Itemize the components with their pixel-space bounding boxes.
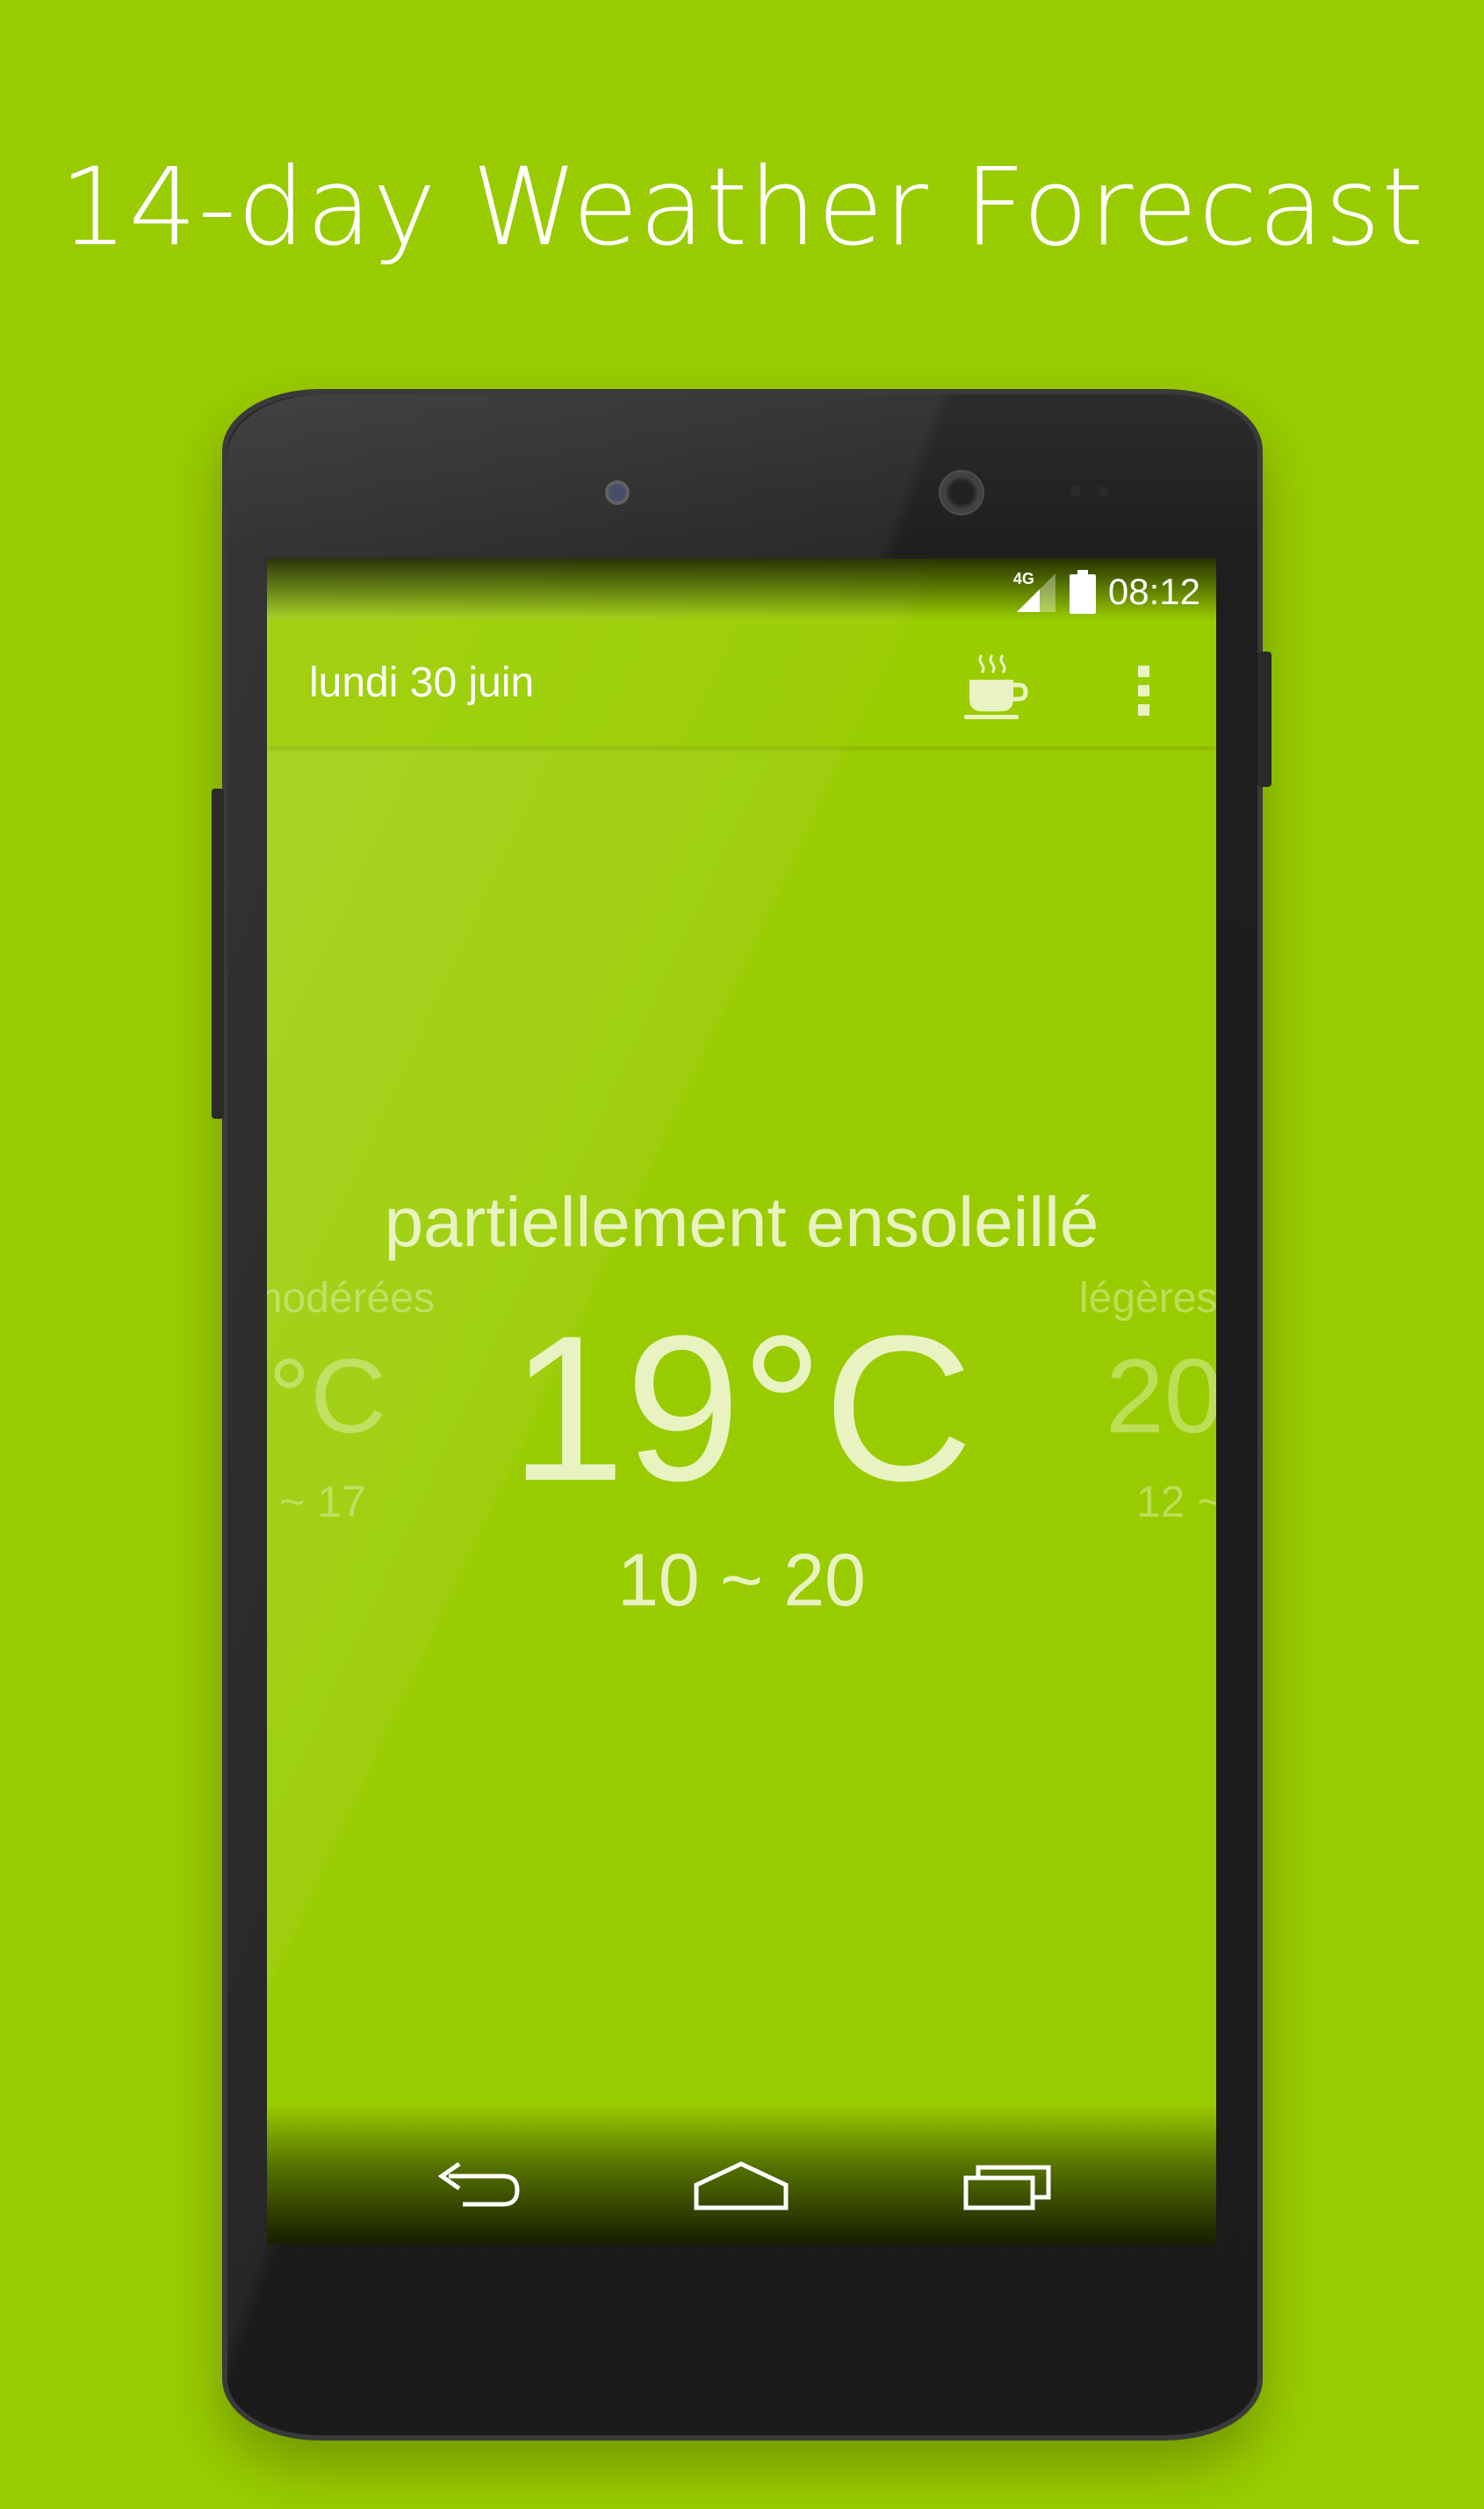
current-temperature: 19°C (509, 1293, 974, 1525)
recent-apps-icon (963, 2165, 1051, 2210)
light-sensor (1099, 486, 1109, 496)
phone-screen: 4G 08:12 lundi 30 juin odérées °C ~ 17 p… (267, 559, 1216, 2245)
current-condition: partiellement ensoleillé (384, 1183, 1099, 1261)
next-day-condition: légères (1079, 1275, 1216, 1322)
promo-headline: 14-day Weather Forecast (59, 145, 1425, 270)
recent-apps-button[interactable] (961, 2157, 1057, 2218)
battery-icon (1069, 570, 1096, 614)
overflow-menu-button[interactable] (1123, 655, 1163, 725)
front-camera (605, 480, 630, 505)
network-4g-icon: 4G (1013, 570, 1057, 614)
back-button[interactable] (429, 2157, 526, 2218)
home-button[interactable] (693, 2157, 789, 2218)
app-bar: lundi 30 juin (267, 620, 1216, 746)
status-time: 08:12 (1107, 571, 1200, 612)
date-title: lundi 30 juin (309, 660, 535, 706)
navigation-bar (267, 2104, 1216, 2245)
earpiece-speaker (939, 470, 984, 515)
temperature-range: 10 ~ 20 (617, 1539, 866, 1621)
coffee-cup-icon (964, 654, 1028, 719)
back-icon (437, 2161, 520, 2207)
proximity-sensor (1070, 486, 1081, 496)
volume-rocker (212, 789, 224, 1119)
next-day-temperature: 20 (1106, 1337, 1216, 1455)
status-bar: 4G 08:12 (267, 559, 1216, 620)
coffee-button[interactable] (961, 652, 1031, 722)
next-day-range: 12 ~ (1136, 1477, 1216, 1526)
signal-icon (1016, 573, 1055, 612)
home-icon (694, 2161, 789, 2210)
power-button (1257, 652, 1271, 787)
